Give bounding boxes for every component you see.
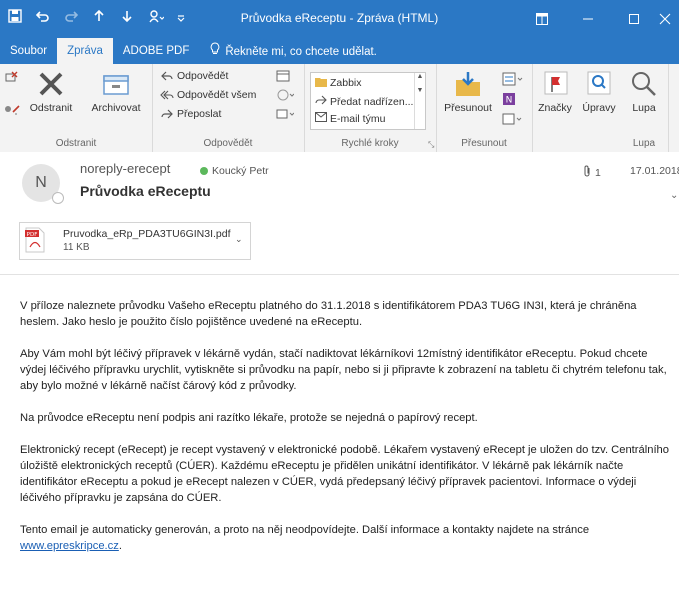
message-subject: Průvodka eReceptu xyxy=(80,183,211,199)
delete-group-label: Odstranit xyxy=(55,138,97,149)
chevron-down-icon[interactable]: ⌄ xyxy=(670,190,678,201)
quick-steps-gallery[interactable]: Zabbix Předat nadřízen... E-mail týmu ▲ ▼ xyxy=(310,72,426,130)
body-paragraph-2: Aby Vám mohl být léčivý přípravek v léká… xyxy=(20,348,667,392)
quick-step-zabbix[interactable]: Zabbix xyxy=(315,76,362,90)
title-bar: Průvodka eReceptu - Zpráva (HTML) xyxy=(0,0,679,38)
more-respond-icon[interactable] xyxy=(276,107,295,126)
body-paragraph-1: V příloze naleznete průvodku Vašeho eRec… xyxy=(20,300,637,328)
tab-adobe-pdf[interactable]: ADOBE PDF xyxy=(113,40,199,64)
body-paragraph-3: Na průvodce eReceptu není podpis ani raz… xyxy=(20,412,478,424)
respond-group: Odpovědět Odpovědět všem Přeposlat Odpov… xyxy=(152,64,305,152)
zoom-group-label: Lupa xyxy=(632,138,656,149)
actions-icon[interactable] xyxy=(502,112,524,131)
reply-icon xyxy=(160,69,174,83)
body-paragraph-4: Elektronický recept (eRecept) je recept … xyxy=(20,444,669,504)
delete-group: Odstranit Archivovat Odstranit xyxy=(0,64,153,152)
archive-icon xyxy=(100,68,132,100)
move-group: Přesunout N Přesunout xyxy=(436,64,533,152)
quick-steps-scrollbar[interactable]: ▲ ▼ xyxy=(414,73,425,129)
move-group-label: Přesunout xyxy=(461,138,507,149)
quick-steps-group-label: Rychlé kroky xyxy=(341,138,399,149)
tags-button[interactable]: Značky xyxy=(534,68,576,114)
divider xyxy=(0,274,679,275)
magnifier-icon xyxy=(628,68,660,100)
paperclip-icon xyxy=(583,165,591,180)
attachment-count: 1 xyxy=(583,165,601,180)
message-body: V příloze naleznete průvodku Vašeho eRec… xyxy=(20,298,670,570)
attachment-name: Pruvodka_eRp_PDA3TU6GIN3I.pdf xyxy=(63,228,231,240)
quick-step-forward-manager[interactable]: Předat nadřízen... xyxy=(315,94,413,109)
message-date: 17.01.2018 xyxy=(630,165,679,177)
archive-button[interactable]: Archivovat xyxy=(82,68,150,114)
meeting-icon[interactable] xyxy=(276,69,294,88)
tab-message[interactable]: Zpráva xyxy=(57,38,113,64)
attachment-size: 11 KB xyxy=(63,242,90,253)
ribbon: Odstranit Archivovat Odstranit Odpovědět… xyxy=(0,64,679,153)
folder-icon xyxy=(315,76,327,90)
delete-button[interactable]: Odstranit xyxy=(22,68,80,114)
ignore-icon[interactable] xyxy=(4,70,18,89)
close-icon[interactable] xyxy=(650,0,679,38)
delete-x-icon xyxy=(35,68,67,100)
body-paragraph-5: Tento email je automaticky generován, a … xyxy=(20,524,590,552)
reply-all-button[interactable]: Odpovědět všem xyxy=(160,88,256,102)
rules-icon[interactable] xyxy=(502,72,524,91)
presence-indicator xyxy=(52,192,64,204)
im-icon[interactable] xyxy=(276,88,295,107)
pdf-file-icon: PDF xyxy=(25,227,45,253)
message-header: N noreply-erecept Koucký Petr Průvodka e… xyxy=(0,152,679,212)
cleanup-icon[interactable] xyxy=(4,102,20,121)
lightbulb-icon xyxy=(209,41,221,63)
zoom-button[interactable]: Lupa xyxy=(624,68,664,114)
attachment-dropdown-icon[interactable]: ⌄ xyxy=(235,234,243,245)
onenote-icon[interactable]: N xyxy=(502,92,516,111)
find-icon xyxy=(583,68,615,100)
move-folder-icon xyxy=(452,68,484,100)
svg-text:N: N xyxy=(506,96,513,106)
forward-icon xyxy=(160,107,174,121)
tell-me-box[interactable]: Řekněte mi, co chcete udělat. xyxy=(199,40,387,64)
forward-button[interactable]: Přeposlat xyxy=(160,107,221,121)
move-button[interactable]: Přesunout xyxy=(440,68,496,114)
presence-green-icon xyxy=(200,167,208,175)
editing-button[interactable]: Úpravy xyxy=(578,68,620,114)
epreskripce-link[interactable]: www.epreskripce.cz xyxy=(20,540,119,552)
recipient-name: Koucký Petr xyxy=(212,165,269,177)
ribbon-display-icon[interactable] xyxy=(519,0,565,38)
respond-group-label: Odpovědět xyxy=(203,138,253,149)
tab-file[interactable]: Soubor xyxy=(0,40,57,64)
pdf-label: PDF xyxy=(27,232,38,238)
attachment-item[interactable]: PDF Pruvodka_eRp_PDA3TU6GIN3I.pdf 11 KB … xyxy=(19,222,251,260)
reply-all-icon xyxy=(160,88,174,102)
reply-button[interactable]: Odpovědět xyxy=(160,69,228,83)
zoom-group: Lupa Lupa xyxy=(620,64,669,152)
forward-icon xyxy=(315,94,327,109)
quick-steps-group: Zabbix Předat nadřízen... E-mail týmu ▲ ▼… xyxy=(304,64,437,152)
quick-step-team-email[interactable]: E-mail týmu xyxy=(315,112,385,125)
flag-icon xyxy=(539,68,571,100)
minimize-icon[interactable] xyxy=(565,0,611,38)
sender-name[interactable]: noreply-erecept xyxy=(80,161,170,176)
ribbon-tabs: Soubor Zpráva ADOBE PDF Řekněte mi, co c… xyxy=(0,38,679,64)
recipient[interactable]: Koucký Petr xyxy=(200,165,269,177)
editing-group: Úpravy xyxy=(578,64,620,152)
email-icon xyxy=(315,112,327,125)
tell-me-text: Řekněte mi, co chcete udělat. xyxy=(225,46,377,58)
